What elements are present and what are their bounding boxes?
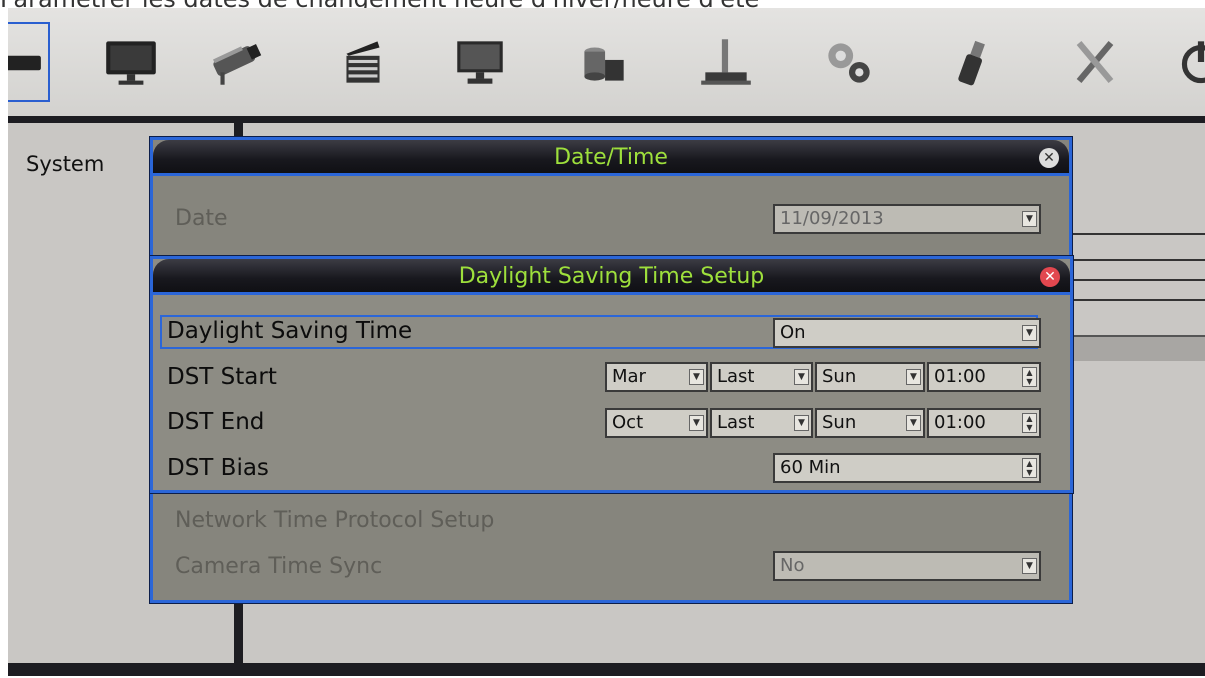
tools-icon[interactable]	[1060, 22, 1130, 102]
dst-dialog-titlebar: Daylight Saving Time Setup ✕	[153, 259, 1070, 295]
network-icon[interactable]	[691, 22, 761, 102]
camera-icon[interactable]	[202, 22, 272, 102]
dst-end-week: Last	[717, 412, 755, 433]
display-icon[interactable]	[445, 22, 515, 102]
clapperboard-icon[interactable]	[328, 22, 398, 102]
dst-select[interactable]: On ▼	[773, 318, 1041, 348]
datetime-dialog-title: Date/Time	[554, 145, 668, 170]
dst-end-day: Sun	[822, 412, 857, 433]
bottom-bar	[8, 663, 1205, 676]
usb-icon[interactable]	[938, 22, 1008, 102]
dst-start-month: Mar	[612, 366, 646, 387]
date-label: Date	[175, 206, 228, 231]
close-icon[interactable]: ✕	[1039, 148, 1059, 168]
dst-bias-value: 60 Min	[780, 457, 841, 478]
dst-value: On	[780, 322, 806, 343]
chevron-down-icon[interactable]: ▼	[689, 369, 704, 385]
camera-sync-label: Camera Time Sync	[175, 554, 383, 579]
dst-start-day-select[interactable]: Sun ▼	[815, 362, 925, 392]
power-icon[interactable]	[1166, 22, 1205, 102]
date-value: 11/09/2013	[780, 208, 884, 229]
storage-icon[interactable]	[568, 22, 638, 102]
dst-dialog-title: Daylight Saving Time Setup	[458, 264, 765, 289]
dst-end-time-spinner[interactable]: 01:00 ▲ ▼	[927, 408, 1041, 438]
ntp-setup-label[interactable]: Network Time Protocol Setup	[175, 508, 494, 533]
dst-start-label: DST Start	[167, 364, 277, 390]
chevron-down-icon[interactable]: ▼	[1022, 325, 1037, 341]
dst-bias-label: DST Bias	[167, 455, 269, 481]
spinner-arrows-icon[interactable]: ▲ ▼	[1022, 413, 1037, 433]
dst-start-month-select[interactable]: Mar ▼	[605, 362, 708, 392]
gears-icon[interactable]	[814, 22, 884, 102]
chevron-down-icon[interactable]: ▼	[794, 369, 809, 385]
dst-start-time: 01:00	[934, 366, 986, 387]
top-menu-bar	[8, 8, 1205, 123]
chevron-down-icon[interactable]: ▼	[1022, 558, 1037, 574]
camera-sync-value: No	[780, 555, 805, 576]
spinner-arrows-icon[interactable]: ▲ ▼	[1022, 367, 1037, 387]
dst-start-week: Last	[717, 366, 755, 387]
dst-end-time: 01:00	[934, 412, 986, 433]
chevron-down-icon[interactable]: ▼	[906, 415, 921, 431]
chevron-down-icon[interactable]: ▼	[1022, 211, 1037, 227]
chevron-down-icon[interactable]: ▼	[689, 415, 704, 431]
dst-dialog: Daylight Saving Time Setup ✕ Daylight Sa…	[150, 256, 1073, 493]
spinner-arrows-icon[interactable]: ▲ ▼	[1022, 458, 1037, 478]
date-field[interactable]: 11/09/2013 ▼	[773, 204, 1041, 234]
chevron-down-icon[interactable]: ▼	[906, 369, 921, 385]
dst-start-day: Sun	[822, 366, 857, 387]
sidebar-title: System	[26, 152, 105, 176]
datetime-dialog-titlebar: Date/Time ✕	[153, 140, 1069, 176]
dvr-icon[interactable]	[8, 22, 50, 102]
dst-bias-spinner[interactable]: 60 Min ▲ ▼	[773, 453, 1041, 483]
dst-label: Daylight Saving Time	[167, 318, 413, 344]
dvr-screen: System Date/Time ✕ Date 11/09/2013 ▼ Net…	[8, 8, 1205, 676]
dst-end-month: Oct	[612, 412, 644, 433]
close-icon[interactable]: ✕	[1040, 267, 1060, 287]
dst-end-day-select[interactable]: Sun ▼	[815, 408, 925, 438]
monitor-icon[interactable]	[96, 22, 166, 102]
background-panel	[1068, 223, 1205, 363]
chevron-down-icon[interactable]: ▼	[794, 415, 809, 431]
dst-end-label: DST End	[167, 409, 265, 435]
dst-start-time-spinner[interactable]: 01:00 ▲ ▼	[927, 362, 1041, 392]
camera-sync-select[interactable]: No ▼	[773, 551, 1041, 581]
dst-end-month-select[interactable]: Oct ▼	[605, 408, 708, 438]
dst-start-week-select[interactable]: Last ▼	[710, 362, 813, 392]
dst-end-week-select[interactable]: Last ▼	[710, 408, 813, 438]
